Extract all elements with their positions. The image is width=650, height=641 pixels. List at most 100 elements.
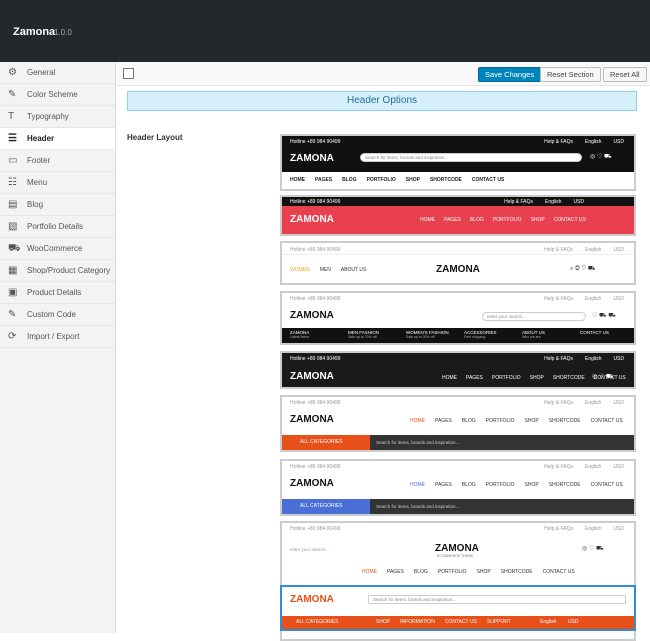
help-link: Help & FAQs xyxy=(544,139,574,145)
sidebar-item-label: Menu xyxy=(27,178,48,187)
nav-item-subtitle: Who we are xyxy=(522,335,541,339)
nav-item: ACCESSORIES Free shipping xyxy=(464,330,522,339)
nav-item-subtitle: Sale up to 70% off xyxy=(348,335,377,339)
nav-item: WOMEN xyxy=(290,267,310,273)
currency-select: USD xyxy=(613,247,624,253)
nav-item: CONTACT US xyxy=(471,177,505,183)
reset-section-button[interactable]: Reset Section xyxy=(540,67,601,82)
currency-select: USD xyxy=(613,464,624,470)
sidebar-item-label: Footer xyxy=(27,156,51,165)
help-link: Help & FAQs xyxy=(544,400,574,406)
header-layout-option-6[interactable]: Hotline +89 984 90499 Help & FAQs English U… xyxy=(280,395,636,452)
expand-grid-icon[interactable] xyxy=(123,68,134,79)
nav-item: PAGES xyxy=(435,482,452,488)
all-categories-button: ALL CATEGORIES xyxy=(282,499,370,514)
nav-item: HOME xyxy=(442,375,457,381)
header-layout-option-1[interactable]: Hotline +89 984 90499 Help & FAQs English U… xyxy=(280,134,636,191)
sidebar-item-label: Shop/Product Category xyxy=(27,266,111,275)
nav-item: CONTACT US xyxy=(590,482,623,488)
nav-item: PORTFOLIO xyxy=(491,375,521,381)
help-link: Help & FAQs xyxy=(544,296,574,302)
sidebar-item-footer[interactable]: ▭ Footer xyxy=(0,150,115,172)
sidebar-item-product-details[interactable]: ▣ Product Details xyxy=(0,282,115,304)
nav-item-subtitle: Sale up to 20% off xyxy=(406,335,435,339)
currency-select: USD xyxy=(573,199,584,205)
reset-all-button[interactable]: Reset All xyxy=(603,67,647,82)
nav-item: HOME xyxy=(410,418,425,424)
hotline-text: Hotline +89 984 90499 xyxy=(290,356,341,362)
nav-item-subtitle: Free shipping xyxy=(464,335,486,339)
header-layout-option-3[interactable]: Hotline +89 984 90499 Help & FAQs English U… xyxy=(280,241,636,285)
nav-item: HOME xyxy=(420,217,435,223)
nav-menu: HOME PAGES PORTFOLIO SHOP SHORTCODE CONTACT U… xyxy=(442,375,626,381)
refresh-icon: ⟳ xyxy=(8,330,17,342)
nav-menu: HOME PAGES BLOG PORTFOLIO SHOP SHORTCODE CONTA… xyxy=(410,418,623,424)
language-select: English xyxy=(585,296,602,302)
options-sidebar: ⚙ General ✎ Color Scheme T Typography ☰ Header ▭… xyxy=(0,62,116,633)
logo: ZAMONA xyxy=(435,543,479,554)
nav-item: ZAMONA Latest Items xyxy=(290,330,348,339)
nav-item: SHOP xyxy=(530,217,545,223)
nav-item: PAGES xyxy=(315,177,333,183)
sidebar-item-header[interactable]: ☰ Header xyxy=(0,128,115,150)
nav-item: CONTACT US xyxy=(542,569,575,575)
all-categories-button: ALL CATEGORIES xyxy=(296,619,339,625)
sidebar-item-label: Typography xyxy=(27,112,69,121)
nav-item: BLOG xyxy=(461,418,476,424)
logo: ZAMONA xyxy=(290,214,334,225)
nav-item: BLOG xyxy=(413,569,428,575)
logo: ZAMONA xyxy=(436,264,480,275)
nav-item: MEN FASHION Sale up to 70% off xyxy=(348,330,406,339)
header-layout-option-2[interactable]: Hotline +89 984 90499 Help & FAQs English U… xyxy=(280,195,636,236)
code-icon: ✎ xyxy=(8,308,17,320)
sidebar-item-menu[interactable]: ☷ Menu xyxy=(0,172,115,194)
nav-item: MEN xyxy=(319,267,331,273)
nav-item: CONTACT US xyxy=(590,418,623,424)
list-icon: ☷ xyxy=(8,176,17,188)
header-layout-option-5[interactable]: Hotline +89 984 90499 Help & FAQs English U… xyxy=(280,351,636,389)
nav-item: WOMEN'S FASHION Sale up to 20% off xyxy=(406,330,464,339)
brush-icon: ✎ xyxy=(8,88,17,100)
app-title: Zamona xyxy=(13,26,56,38)
save-changes-button[interactable]: Save Changes xyxy=(478,67,542,82)
sidebar-item-typography[interactable]: T Typography xyxy=(0,106,115,128)
language-select: English xyxy=(585,247,602,253)
nav-item: PAGES xyxy=(444,217,461,223)
product-icon: ▣ xyxy=(8,286,18,298)
nav-item: SHORTCODE xyxy=(500,569,533,575)
header-layout-label: Header Layout xyxy=(127,133,183,142)
header-layout-option-7[interactable]: Hotline +89 984 90499 Help & FAQs English U… xyxy=(280,459,636,516)
search-input: Search for items, brands and inspiration… xyxy=(370,499,634,514)
sidebar-item-general[interactable]: ⚙ General xyxy=(0,62,115,84)
sidebar-item-custom-code[interactable]: ✎ Custom Code xyxy=(0,304,115,326)
nav-item: SHOP xyxy=(524,418,539,424)
nav-item: SHORTCODE xyxy=(548,482,581,488)
search-input: enter your search... xyxy=(290,547,329,552)
logo: ZAMONA xyxy=(290,371,334,382)
nav-item: SHORTCODE xyxy=(429,177,462,183)
help-link: Help & FAQs xyxy=(504,199,534,205)
nav-item: PORTFOLIO xyxy=(492,217,522,223)
account-wishlist-cart-icons: ◎ ♡ ⛟ xyxy=(592,374,614,380)
header-layout-option-9[interactable]: ZAMONA Search for items, brands and insp… xyxy=(280,585,636,631)
nav-menu: ZAMONA Latest Items MEN FASHION Sale up to … xyxy=(290,330,634,339)
sidebar-item-woocommerce[interactable]: ⛟ WooCommerce xyxy=(0,238,115,260)
account-wishlist-cart-icons: ◎ ♡ ⛟ xyxy=(582,546,604,552)
sidebar-item-import-export[interactable]: ⟳ Import / Export xyxy=(0,326,115,348)
nav-item: HOME xyxy=(362,569,377,575)
sidebar-item-blog[interactable]: ▤ Blog xyxy=(0,194,115,216)
image-icon: ▧ xyxy=(8,220,18,232)
sidebar-item-shop-product-category[interactable]: ▦ Shop/Product Category xyxy=(0,260,115,282)
nav-item-subtitle: Latest Items xyxy=(290,335,310,339)
nav-menu: HOME PAGES BLOG PORTFOLIO SHOP CONTACT US xyxy=(420,217,634,223)
header-layout-option-4[interactable]: Hotline +89 984 90499 Help & FAQs English U… xyxy=(280,291,636,345)
sidebar-item-color-scheme[interactable]: ✎ Color Scheme xyxy=(0,84,115,106)
nav-menu: HOME PAGES BLOG PORTFOLIO SHOP SHORTCODE CONTA… xyxy=(362,569,582,575)
options-panel: Save Changes Reset Section Reset All Hea… xyxy=(117,62,650,641)
nav-item: SHOP xyxy=(376,619,391,625)
options-toolbar: Save Changes Reset Section Reset All xyxy=(117,62,650,86)
sidebar-item-portfolio-details[interactable]: ▧ Portfolio Details xyxy=(0,216,115,238)
footer-icon: ▭ xyxy=(8,154,18,166)
currency-select: USD xyxy=(613,356,624,362)
language-select: English xyxy=(540,619,557,625)
